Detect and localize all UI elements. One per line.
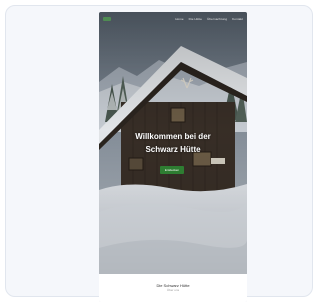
- hero-cta-button[interactable]: Entdecken: [160, 166, 184, 174]
- section-title: Die Schwarz Hütte: [156, 283, 190, 288]
- nav-links: Home Die Hütte Übernachtung Kontakt: [175, 17, 243, 21]
- website-preview[interactable]: Home Die Hütte Übernachtung Kontakt Will…: [99, 12, 247, 302]
- nav-link-kontakt[interactable]: Kontakt: [232, 17, 243, 21]
- nav-link-home[interactable]: Home: [175, 17, 183, 21]
- hero-title-line-2: Schwarz Hütte: [145, 145, 201, 154]
- section-subtitle: Über uns: [166, 288, 180, 292]
- top-navigation: Home Die Hütte Übernachtung Kontakt: [99, 12, 247, 25]
- preview-frame: Home Die Hütte Übernachtung Kontakt Will…: [5, 5, 313, 302]
- nav-link-uebernachtung[interactable]: Übernachtung: [207, 17, 227, 21]
- site-logo-icon[interactable]: [103, 16, 111, 21]
- hero-title: Willkommen bei der Schwarz Hütte: [107, 130, 239, 156]
- hero-title-line-1: Willkommen bei der: [135, 132, 211, 141]
- nav-link-huette[interactable]: Die Hütte: [189, 17, 202, 21]
- content-section: Die Schwarz Hütte Über uns: [99, 274, 247, 302]
